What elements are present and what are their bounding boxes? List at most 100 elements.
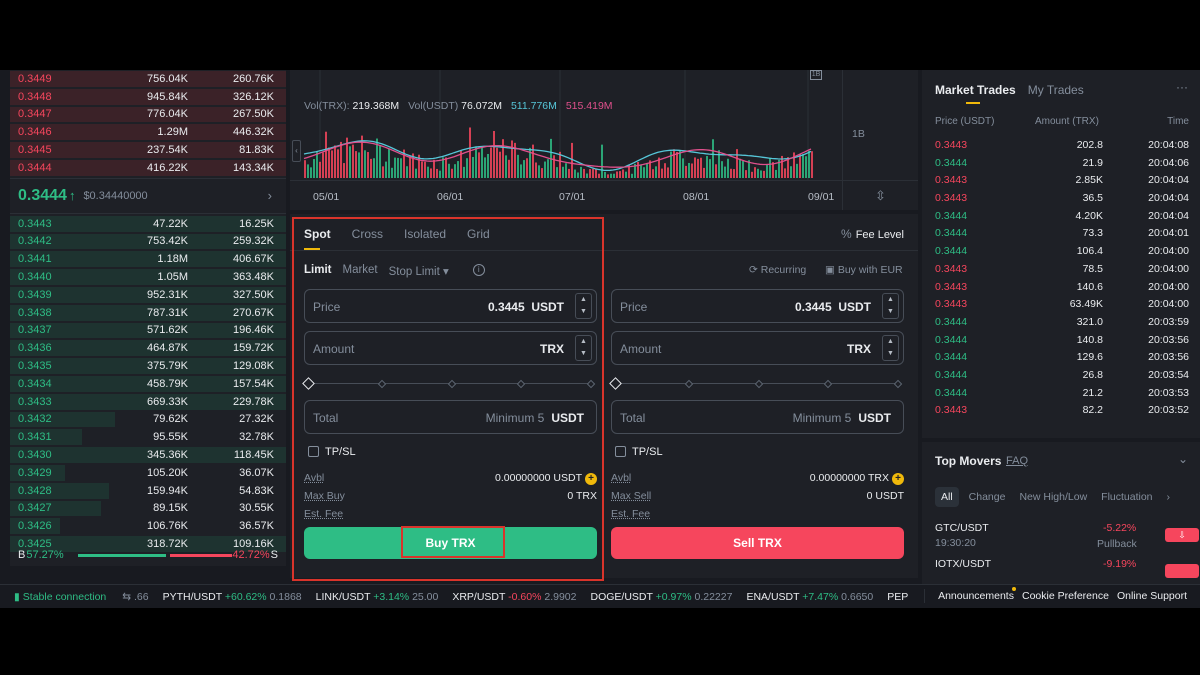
- ticker-item[interactable]: ENA/USDT +7.47% 0.6650: [746, 591, 873, 603]
- ticker-pair: XRP/USDT: [452, 590, 506, 603]
- tab-my-trades[interactable]: My Trades: [1028, 83, 1084, 97]
- slider-step[interactable]: [823, 379, 833, 389]
- slider-handle[interactable]: [609, 377, 622, 390]
- price-stepper[interactable]: ▲ ▼: [575, 293, 592, 319]
- order-book-row[interactable]: 0.3439 952.31K 327.50K: [10, 286, 286, 304]
- tab-market-trades[interactable]: Market Trades: [935, 83, 1016, 104]
- price-value[interactable]: 0.3445 USDT: [795, 300, 871, 314]
- ticker-item[interactable]: XRP/USDT -0.60% 2.9902: [452, 591, 576, 603]
- mover-row[interactable]: IOTX/USDT -9.19%: [935, 558, 1199, 578]
- ticker-item[interactable]: PEP: [887, 591, 908, 603]
- deposit-plus-icon[interactable]: +: [585, 473, 597, 485]
- chevron-right-icon[interactable]: ›: [1163, 487, 1175, 507]
- order-book-row[interactable]: 0.3436 464.87K 159.72K: [10, 339, 286, 357]
- tab-cross[interactable]: Cross: [352, 227, 383, 241]
- connection-status[interactable]: ▮ Stable connection: [14, 591, 106, 603]
- order-book-row[interactable]: 0.3434 458.79K 157.54K: [10, 375, 286, 393]
- order-book-row[interactable]: 0.3433 669.33K 229.78K: [10, 393, 286, 411]
- slider-step[interactable]: [893, 379, 903, 389]
- cookie-preference-link[interactable]: Cookie Preference: [1022, 590, 1109, 602]
- order-book-row[interactable]: 0.3429 105.20K 36.07K: [10, 464, 286, 482]
- order-book-row[interactable]: 0.3442 753.42K 259.32K: [10, 233, 286, 251]
- est-fee-label[interactable]: Est. Fee: [304, 508, 343, 520]
- ticker-settings[interactable]: ⇆ .66: [122, 591, 148, 603]
- slider-step[interactable]: [684, 379, 694, 389]
- order-book-row[interactable]: 0.3445 237.54K 81.83K: [10, 141, 286, 159]
- checkbox-icon[interactable]: [308, 446, 319, 457]
- order-book-row[interactable]: 0.3428 159.94K 54.83K: [10, 482, 286, 500]
- checkbox-icon[interactable]: [615, 446, 626, 457]
- order-book-row[interactable]: 0.3437 571.62K 196.46K: [10, 322, 286, 340]
- order-book-row[interactable]: 0.3426 106.76K 36.57K: [10, 517, 286, 535]
- ticker-item[interactable]: PYTH/USDT +60.62% 0.1868: [163, 591, 302, 603]
- order-book-row[interactable]: 0.3435 375.79K 129.08K: [10, 357, 286, 375]
- buy-price-field[interactable]: Price 0.3445 USDT ▲ ▼: [304, 289, 597, 323]
- announcements-link[interactable]: Announcements: [938, 590, 1014, 602]
- price-stepper[interactable]: ▲ ▼: [882, 293, 899, 319]
- fit-screen-icon[interactable]: ⇳: [875, 188, 886, 204]
- tab-fluctuation[interactable]: Fluctuation: [1097, 487, 1156, 507]
- order-book-row[interactable]: 0.3443 47.22K 16.25K: [10, 215, 286, 233]
- info-icon[interactable]: i: [472, 264, 485, 276]
- order-book-row[interactable]: 0.3431 95.55K 32.78K: [10, 428, 286, 446]
- tab-isolated[interactable]: Isolated: [404, 227, 446, 241]
- buy-trx-button[interactable]: Buy TRX: [304, 527, 597, 559]
- order-book-row[interactable]: 0.3441 1.18M 406.67K: [10, 250, 286, 268]
- order-book-row[interactable]: 0.3446 1.29M 446.32K: [10, 123, 286, 141]
- buy-total-field[interactable]: Total Minimum 5 USDT: [304, 400, 597, 434]
- price-chart[interactable]: 1B ‹ Vol(TRX): 219.368M Vol(USDT) 76.072…: [290, 70, 918, 210]
- amount-stepper[interactable]: ▲ ▼: [575, 335, 592, 361]
- more-icon[interactable]: ···: [1176, 80, 1188, 94]
- order-book-row[interactable]: 0.3447 776.04K 267.50K: [10, 106, 286, 124]
- order-book-row[interactable]: 0.3448 945.84K 326.12K: [10, 88, 286, 106]
- fee-level-button[interactable]: % Fee Level: [841, 227, 904, 241]
- tab-all[interactable]: All: [935, 487, 959, 507]
- slider-handle[interactable]: [302, 377, 315, 390]
- amount-stepper[interactable]: ▲ ▼: [882, 335, 899, 361]
- slider-step[interactable]: [754, 379, 764, 389]
- buy-tpsl-checkbox[interactable]: TP/SL: [308, 446, 356, 458]
- collapse-icon[interactable]: ‹: [292, 140, 301, 162]
- sell-tpsl-checkbox[interactable]: TP/SL: [615, 446, 663, 458]
- tab-limit[interactable]: Limit: [304, 264, 331, 278]
- faq-link[interactable]: FAQ: [1006, 455, 1028, 467]
- slider-step[interactable]: [516, 379, 526, 389]
- order-book-row[interactable]: 0.3432 79.62K 27.32K: [10, 411, 286, 429]
- est-fee-label[interactable]: Est. Fee: [611, 508, 650, 520]
- order-book-row[interactable]: 0.3449 756.04K 260.76K: [10, 70, 286, 88]
- slider-step[interactable]: [447, 379, 457, 389]
- order-book-row[interactable]: 0.3444 416.22K 143.34K: [10, 159, 286, 177]
- sell-amount-field[interactable]: Amount TRX ▲ ▼: [611, 331, 904, 365]
- sell-trx-button[interactable]: Sell TRX: [611, 527, 904, 559]
- tab-market[interactable]: Market: [342, 264, 377, 278]
- order-book-row[interactable]: 0.3430 345.36K 118.45K: [10, 446, 286, 464]
- ticker-change: -0.60%: [508, 590, 542, 603]
- slider-step[interactable]: [586, 379, 596, 389]
- sell-total-field[interactable]: Total Minimum 5 USDT: [611, 400, 904, 434]
- deposit-plus-icon[interactable]: +: [892, 473, 904, 485]
- mover-row[interactable]: GTC/USDT 19:30:20 -5.22% Pullback ⇩: [935, 522, 1199, 550]
- buy-amount-slider[interactable]: [302, 377, 597, 390]
- volume-bar: [610, 173, 612, 178]
- buy-with-eur-button[interactable]: ▣ Buy with EUR: [825, 264, 903, 276]
- chevron-down-icon[interactable]: ⌄: [1178, 452, 1188, 466]
- tab-new-high-low[interactable]: New High/Low: [1015, 487, 1091, 507]
- recurring-button[interactable]: ⟳ Recurring: [749, 264, 806, 276]
- buy-amount-field[interactable]: Amount TRX ▲ ▼: [304, 331, 597, 365]
- sell-amount-slider[interactable]: [609, 377, 904, 390]
- tab-grid[interactable]: Grid: [467, 227, 490, 241]
- tab-stop-limit[interactable]: Stop Limit ▾: [389, 264, 449, 278]
- tab-change[interactable]: Change: [965, 487, 1010, 507]
- order-book-row[interactable]: 0.3438 787.31K 270.67K: [10, 304, 286, 322]
- online-support-link[interactable]: Online Support: [1117, 590, 1187, 602]
- ticker-item[interactable]: DOGE/USDT +0.97% 0.22227: [591, 591, 733, 603]
- tab-spot[interactable]: Spot: [304, 227, 331, 250]
- order-book-mid-price[interactable]: 0.3444 ↑ $0.34440000 ›: [10, 177, 286, 214]
- chevron-right-icon[interactable]: ›: [268, 188, 272, 203]
- sell-price-field[interactable]: Price 0.3445 USDT ▲ ▼: [611, 289, 904, 323]
- ticker-item[interactable]: LINK/USDT +3.14% 25.00: [316, 591, 439, 603]
- slider-step[interactable]: [377, 379, 387, 389]
- order-book-row[interactable]: 0.3440 1.05M 363.48K: [10, 268, 286, 286]
- price-value[interactable]: 0.3445 USDT: [488, 300, 564, 314]
- order-book-row[interactable]: 0.3427 89.15K 30.55K: [10, 500, 286, 518]
